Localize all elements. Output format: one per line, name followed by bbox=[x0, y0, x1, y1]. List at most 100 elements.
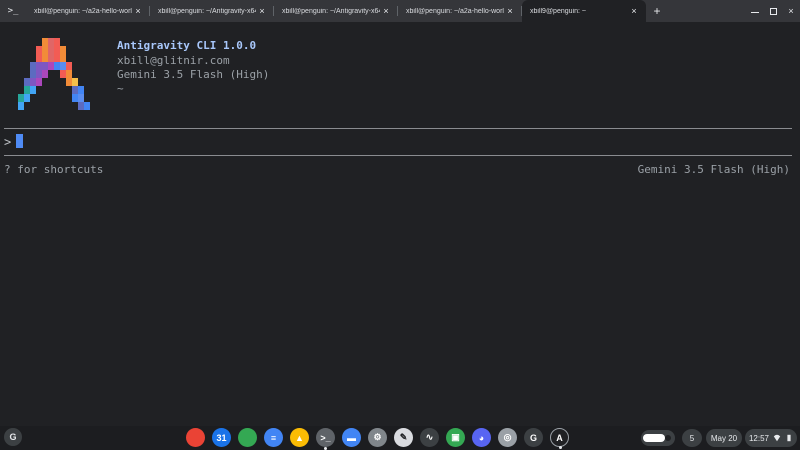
tab-5[interactable]: xbill9@penguin: ~ × bbox=[522, 0, 646, 22]
discord-icon[interactable]: ◕ bbox=[472, 428, 491, 447]
notification-count: 5 bbox=[689, 433, 695, 443]
logo-pixel bbox=[42, 70, 48, 78]
logo-pixel bbox=[48, 62, 54, 70]
logo-pixel bbox=[60, 62, 66, 70]
launcher-button[interactable]: G bbox=[4, 428, 22, 446]
logo-pixel bbox=[42, 46, 48, 54]
input-top-divider bbox=[4, 128, 792, 129]
logo-pixel bbox=[36, 78, 42, 86]
date-label: May 20 bbox=[710, 433, 738, 443]
logo-pixel bbox=[42, 38, 48, 46]
logo-pixel bbox=[66, 70, 72, 78]
time-label: 12:57 bbox=[748, 433, 770, 443]
logo-pixel bbox=[36, 62, 42, 70]
maximize-icon bbox=[769, 7, 777, 15]
tab-4[interactable]: xbill@penguin: ~/a2a-hello-world/p × bbox=[398, 0, 522, 22]
input-bottom-divider bbox=[4, 155, 792, 156]
notification-badge[interactable]: 5 bbox=[682, 429, 702, 447]
toggle-dot bbox=[665, 435, 671, 441]
input-cursor[interactable] bbox=[16, 134, 23, 148]
logo-pixel bbox=[48, 38, 54, 46]
battery-icon bbox=[787, 434, 791, 442]
logo-pixel bbox=[42, 62, 48, 70]
wifi-icon bbox=[773, 434, 781, 442]
tab-close-icon[interactable]: × bbox=[132, 6, 144, 16]
antigravity-logo bbox=[18, 38, 90, 110]
minimize-icon bbox=[751, 12, 759, 13]
logo-pixel bbox=[78, 102, 84, 110]
maps-icon[interactable] bbox=[238, 428, 257, 447]
tab-1[interactable]: xbill@penguin: ~/a2a-hello-world/p × bbox=[26, 0, 150, 22]
logo-pixel bbox=[72, 86, 78, 94]
logo-pixel bbox=[78, 94, 84, 102]
google-app-icon[interactable]: G bbox=[524, 428, 543, 447]
terminal-icon[interactable]: >_ bbox=[316, 428, 335, 450]
logo-pixel bbox=[30, 78, 36, 86]
account-email: xbill@glitnir.com bbox=[117, 54, 230, 67]
terminal-pane[interactable]: Antigravity CLI 1.0.0 xbill@glitnir.com … bbox=[0, 22, 800, 426]
docs-icon[interactable]: ≡ bbox=[264, 428, 283, 447]
logo-pixel bbox=[66, 78, 72, 86]
tab-3[interactable]: xbill@penguin: ~/Antigravity-x64 × bbox=[274, 0, 398, 22]
tab-title: xbill@penguin: ~/Antigravity-x64 bbox=[282, 7, 380, 15]
logo-pixel bbox=[30, 86, 36, 94]
app-title: Antigravity CLI 1.0.0 bbox=[117, 39, 257, 52]
logo-pixel bbox=[54, 62, 60, 70]
new-tab-button[interactable]: + bbox=[646, 0, 668, 22]
logo-pixel bbox=[48, 54, 54, 62]
logo-pixel bbox=[36, 54, 42, 62]
shelf: G 31 ≡ ▲ >_ ▬ ⚙ ✎ ∿ ▣ ◕ ◎ G A 5 May 20 12:57 bbox=[0, 426, 800, 450]
logo-pixel bbox=[60, 54, 66, 62]
logo-pixel bbox=[24, 86, 30, 94]
tab-title: xbill@penguin: ~/a2a-hello-world/p bbox=[406, 7, 504, 15]
tab-title: xbill@penguin: ~/a2a-hello-world/p bbox=[34, 7, 132, 15]
logo-pixel bbox=[84, 102, 90, 110]
maximize-button[interactable] bbox=[768, 6, 778, 16]
logo-pixel bbox=[72, 78, 78, 86]
logo-pixel bbox=[54, 38, 60, 46]
logo-pixel bbox=[36, 46, 42, 54]
shortcuts-hint: ? for shortcuts bbox=[4, 163, 104, 176]
model-name: Gemini 3.5 Flash (High) bbox=[117, 68, 270, 81]
diagnostics-icon[interactable]: ∿ bbox=[420, 428, 439, 447]
date-tray[interactable]: May 20 bbox=[706, 429, 742, 447]
files-icon[interactable]: ▬ bbox=[342, 428, 361, 447]
logo-pixel bbox=[54, 46, 60, 54]
status-tray[interactable]: 12:57 bbox=[745, 429, 797, 447]
chat-icon[interactable]: ▣ bbox=[446, 428, 465, 447]
window-controls: × bbox=[750, 0, 796, 22]
tab-close-icon[interactable]: × bbox=[380, 6, 392, 16]
logo-pixel bbox=[60, 70, 66, 78]
stylus-toggle[interactable] bbox=[641, 430, 675, 446]
logo-pixel bbox=[42, 54, 48, 62]
logo-pixel bbox=[36, 70, 42, 78]
tab-title: xbill9@penguin: ~ bbox=[530, 7, 586, 15]
drive-icon[interactable]: ▲ bbox=[290, 428, 309, 447]
model-status: Gemini 3.5 Flash (High) bbox=[637, 163, 790, 176]
terminal-app-icon: >_ bbox=[7, 6, 19, 16]
logo-pixel bbox=[24, 94, 30, 102]
tab-close-icon[interactable]: × bbox=[256, 6, 268, 16]
text-editor-icon[interactable]: ✎ bbox=[394, 428, 413, 447]
logo-pixel bbox=[24, 78, 30, 86]
close-window-button[interactable]: × bbox=[786, 6, 796, 16]
antigravity-icon[interactable]: A bbox=[550, 428, 569, 449]
logo-pixel bbox=[30, 62, 36, 70]
calendar-icon[interactable]: 31 bbox=[212, 428, 231, 447]
prompt-symbol: > bbox=[4, 135, 12, 149]
logo-pixel bbox=[54, 54, 60, 62]
logo-pixel bbox=[78, 86, 84, 94]
minimize-button[interactable] bbox=[750, 6, 760, 16]
tab-close-icon[interactable]: × bbox=[628, 6, 640, 16]
chrome-icon[interactable] bbox=[186, 428, 205, 447]
logo-pixel bbox=[72, 94, 78, 102]
logo-pixel bbox=[60, 46, 66, 54]
settings-icon[interactable]: ⚙ bbox=[368, 428, 387, 447]
tab-strip: >_ xbill@penguin: ~/a2a-hello-world/p × xb… bbox=[0, 0, 800, 22]
logo-pixel bbox=[66, 62, 72, 70]
chromium-icon[interactable]: ◎ bbox=[498, 428, 517, 447]
tab-2[interactable]: xbill@penguin: ~/Antigravity-x64 × bbox=[150, 0, 274, 22]
logo-pixel bbox=[30, 70, 36, 78]
tab-close-icon[interactable]: × bbox=[504, 6, 516, 16]
toggle-knob bbox=[643, 434, 665, 442]
